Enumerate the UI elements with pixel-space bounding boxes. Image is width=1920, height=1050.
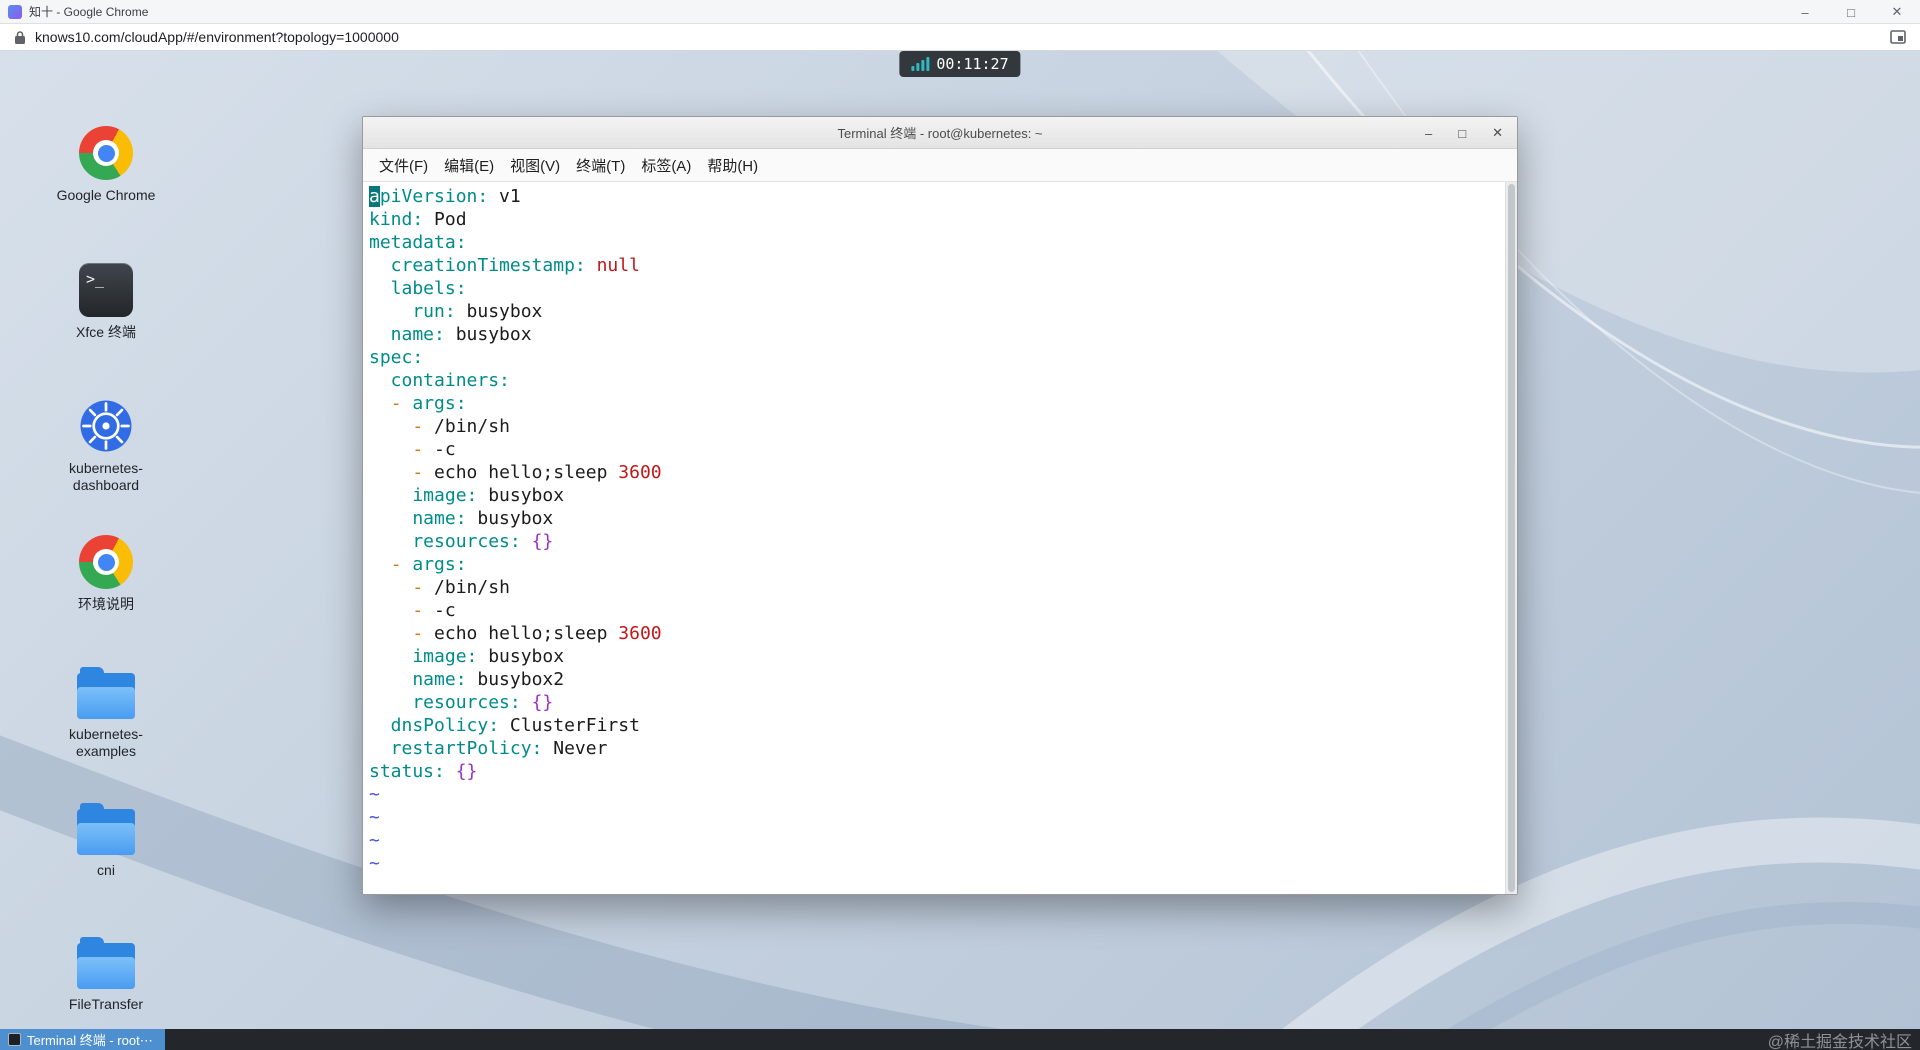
terminal-line: - args: [390,554,467,575]
terminal-window-controls: – □ ✕ [1425,117,1503,149]
terminal-line: status: {} [369,761,478,782]
terminal-line: - echo hello;sleep 3600 [412,623,662,644]
desktop-icon-xfce-terminal[interactable]: >_ Xfce 终端 [44,263,168,341]
terminal-menu-item-3[interactable]: 视图(V) [502,155,568,176]
terminal-line: ~ [369,784,380,805]
vim-buffer: apiVersion: v1 kind: Pod metadata: creatio… [363,182,1517,875]
terminal-line: resources: {} [369,692,554,713]
terminal-title: Terminal 终端 - root@kubernetes: ~ [837,126,1043,141]
desktop-icon-label: Xfce 终端 [76,324,136,340]
terminal-line: image: busybox [369,485,565,506]
chrome-logo-icon [79,535,133,589]
fullscreen-icon[interactable] [1890,30,1906,49]
terminal-menubar: 文件(F) 编辑(E) 视图(V) 终端(T) 标签(A) 帮助(H) [363,149,1517,182]
folder-icon [77,667,135,719]
terminal-maximize-button[interactable]: □ [1458,126,1466,141]
terminal-scrollbar[interactable] [1505,182,1517,894]
desktop-icon-cni[interactable]: cni [44,803,168,879]
browser-minimize-button[interactable]: – [1782,0,1828,24]
browser-urlbar[interactable]: knows10.com/cloudApp/#/environment?topol… [0,24,1920,51]
terminal-line: restartPolicy: Never [369,738,608,759]
folder-icon [77,803,135,855]
terminal-menu-item-2[interactable]: 编辑(E) [436,155,502,176]
desktop-icon-label: 环境说明 [78,596,134,612]
browser-close-button[interactable]: ✕ [1874,0,1920,24]
folder-icon [77,937,135,989]
terminal-line: containers: [369,370,510,391]
timer-text: 00:11:27 [936,55,1009,73]
terminal-line: - -c [412,600,456,621]
desktop-icon-label: kubernetes-dashboard [69,460,143,493]
terminal-line: resources: {} [369,531,554,552]
terminal-line: - -c [412,439,456,460]
terminal-menu-item-4[interactable]: 终端(T) [568,155,633,176]
scrollbar-thumb[interactable] [1508,184,1515,892]
terminal-line: spec: [369,347,424,368]
terminal-line: name: busybox [369,324,532,345]
terminal-line: ~ [369,807,380,828]
terminal-window: Terminal 终端 - root@kubernetes: ~ – □ ✕ 文… [362,116,1518,895]
browser-app-icon [8,4,22,19]
terminal-line: run: busybox [369,301,543,322]
terminal-line: image: busybox [369,646,565,667]
chrome-logo-icon [79,126,133,180]
terminal-line: - /bin/sh [412,577,510,598]
watermark: @稀土掘金技术社区 [1767,1033,1912,1050]
terminal-app-icon [8,1033,21,1046]
terminal-glyph-icon: >_ [79,263,133,317]
taskbar-button-label: Terminal 终端 - root⋯ [27,1033,153,1048]
desktop-icon-kubernetes-dashboard[interactable]: kubernetes-dashboard [44,399,168,494]
kubernetes-icon [79,399,133,453]
terminal-close-button[interactable]: ✕ [1492,125,1503,141]
browser-window-title: 知十 - Google Chrome [29,5,149,19]
session-timer: 00:11:27 [899,51,1021,77]
signal-icon [911,57,930,71]
terminal-line: - args: [390,393,467,414]
terminal-line: - echo hello;sleep 3600 [412,462,662,483]
terminal-line: apiVersion: v1 [369,186,521,207]
browser-titlebar[interactable]: 知十 - Google Chrome – □ ✕ [0,0,1920,24]
browser-window-controls: – □ ✕ [1782,0,1920,24]
terminal-menu-item-1[interactable]: 文件(F) [371,155,436,176]
screen: 知十 - Google Chrome – □ ✕ knows10.com/clo… [0,0,1920,1050]
desktop-icon-environment-readme[interactable]: 环境说明 [44,535,168,613]
terminal-line: creationTimestamp: null [369,255,640,276]
terminal-menu-item-5[interactable]: 标签(A) [633,155,699,176]
lock-icon [14,30,26,45]
desktop-icon-label: kubernetes-examples [69,726,143,759]
terminal-line: name: busybox [369,508,554,529]
terminal-titlebar[interactable]: Terminal 终端 - root@kubernetes: ~ – □ ✕ [363,117,1517,149]
desktop-icon-google-chrome[interactable]: Google Chrome [44,126,168,204]
terminal-line: kind: Pod [369,209,467,230]
terminal-minimize-button[interactable]: – [1425,126,1432,141]
terminal-line: ~ [369,830,380,851]
taskbar-terminal-button[interactable]: Terminal 终端 - root⋯ [0,1029,165,1050]
terminal-line: - /bin/sh [412,416,510,437]
url-text: knows10.com/cloudApp/#/environment?topol… [35,29,399,45]
vim-statusline: "pod.yaml" 26L, 417C 1,1 全部 [363,868,1505,894]
terminal-content[interactable]: apiVersion: v1 kind: Pod metadata: creatio… [363,182,1517,894]
terminal-line: labels: [369,278,467,299]
desktop-icon-label: FileTransfer [68,996,144,1012]
desktop-icon-label: cni [97,862,115,878]
taskbar: Terminal 终端 - root⋯ @稀土掘金技术社区 [0,1029,1920,1050]
browser-maximize-button[interactable]: □ [1828,0,1874,24]
terminal-line: name: busybox2 [369,669,565,690]
terminal-menu-item-6[interactable]: 帮助(H) [699,155,766,176]
terminal-line: dnsPolicy: ClusterFirst [369,715,640,736]
desktop-icon-label: Google Chrome [56,187,156,203]
terminal-line: metadata: [369,232,467,253]
desktop-icon-kubernetes-examples[interactable]: kubernetes-examples [44,667,168,760]
desktop-icon-filetransfer[interactable]: FileTransfer [44,937,168,1013]
